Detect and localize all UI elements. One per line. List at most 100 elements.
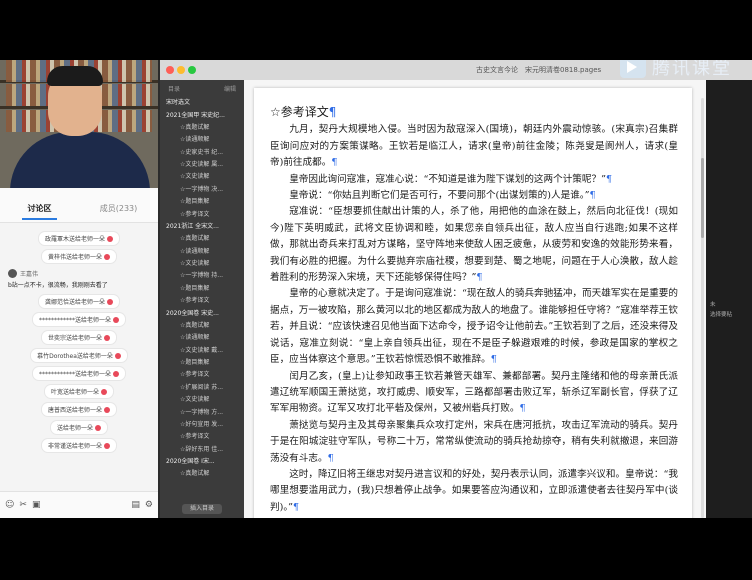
gift-text: 政羅軍木送给老师一朵 (44, 236, 105, 243)
list-item: 龚娜范恰送给老师一朵 (4, 295, 154, 308)
document-canvas[interactable]: ☆参考译文¶ 九月，契丹大规模地入侵。当时因为敌寇深入(国境)，朝廷内外震动惊骇… (244, 80, 752, 518)
message-text: b站一点不卡，很流畅，我刚刚去看了 (8, 282, 108, 289)
toc-item[interactable]: ☆文史读解 (160, 258, 244, 270)
toc-sidebar: 目录 编辑 宋时选文 2021全国甲 宋史纪... ☆真题试解 ☆读通顺解 ☆史家史书 … (160, 80, 244, 518)
toc-item[interactable]: ☆一字博物 决... (160, 184, 244, 196)
flower-icon (104, 253, 110, 260)
toc-item[interactable]: ☆文史读解 (160, 171, 244, 183)
brand-name: 腾讯课堂 (652, 60, 732, 79)
toc-item[interactable]: ☆真题试解 (160, 122, 244, 134)
pages-window: 古史文言今论 宋元明清卷0818.pages 腾讯课堂 目录 编辑 宋时选文 20… (160, 60, 752, 518)
insert-toc-button[interactable]: 插入目录 (182, 504, 222, 514)
avatar[interactable] (8, 269, 17, 278)
paragraph-text: 寇准说：“臣想要抓住献出计策的人，杀了他，用把他的血涂在鼓上，然后向北征伐！(现… (270, 206, 678, 284)
toc-item[interactable]: 2020全国卷 宋史... (160, 307, 244, 319)
toc-item[interactable]: ☆读通顺解 (160, 246, 244, 258)
settings-icon[interactable]: ⚙ (145, 500, 153, 510)
toc-item[interactable]: ☆扩展阅读 苏... (160, 382, 244, 394)
gift-text: 唐普西送给老师一朵 (47, 407, 102, 414)
scroll-thumb[interactable] (701, 158, 704, 238)
toc-item[interactable]: 2020全国卷 Ⅰ宋... (160, 456, 244, 468)
flower-icon (107, 235, 113, 242)
pilcrow-icon: ¶ (519, 403, 526, 415)
toc-item[interactable]: ☆文史读解 (160, 394, 244, 406)
flower-icon (104, 442, 110, 449)
toc-item[interactable]: ☆辞好东用 佳... (160, 444, 244, 456)
paragraph: 九月，契丹大规模地入侵。当时因为敌寇深入(国境)，朝廷内外震动惊骇。(宋真宗)召… (270, 122, 678, 171)
window-title: 古史文言今论 宋元明清卷0818.pages (476, 66, 602, 74)
toc-item[interactable]: 2021全国甲 宋史纪... (160, 109, 244, 121)
minimize-window-icon[interactable] (177, 66, 185, 74)
gift-text: 黄梓伟送给老师一朵 (47, 254, 102, 261)
title-bar[interactable]: 古史文言今论 宋元明清卷0818.pages 腾讯课堂 (160, 60, 752, 81)
flower-icon (114, 352, 121, 359)
gift-text: 世奕宗送给老师一朵 (47, 335, 102, 342)
list-item: 唐普西送给老师一朵 (4, 403, 154, 416)
toc-item[interactable]: ☆一字博物 方... (160, 406, 244, 418)
gift-notice: ************送给老师一朵 (32, 367, 125, 380)
toc-item[interactable]: ☆题目集解 (160, 283, 244, 295)
toc-item[interactable]: 2021浙江 全宋文... (160, 221, 244, 233)
toc-item[interactable]: ☆好句宣用 发... (160, 419, 244, 431)
toc-item[interactable]: ☆真题试解 (160, 233, 244, 245)
flower-icon (104, 334, 110, 341)
zoom-window-icon[interactable] (188, 66, 196, 74)
pilcrow-icon: ¶ (490, 354, 497, 366)
gift-text: 慕竹Dorothea送给老师一朵 (37, 353, 113, 360)
list-item: ************送给老师一朵 (4, 313, 154, 326)
tab-members[interactable]: 成员(233) (79, 203, 158, 222)
toc-item[interactable]: ☆读通顺解 (160, 134, 244, 146)
flower-icon (101, 388, 107, 395)
toc-item[interactable]: 宋时选文 (160, 97, 244, 109)
discussion-panel: 讨论区 成员(233) 政羅軍木送给老师一朵 黄梓伟送给老师一朵 王嘉伟 b站一… (0, 188, 158, 518)
chat-list[interactable]: 政羅軍木送给老师一朵 黄梓伟送给老师一朵 王嘉伟 b站一点不卡，很流畅，我刚刚去… (0, 223, 158, 452)
flower-icon (104, 406, 110, 413)
toc-item[interactable]: ☆参考译文 (160, 369, 244, 381)
paragraph: 皇帝说：“你姑且判断它们是否可行，不要问那个(出谋划策的)人是谁。”¶ (270, 188, 678, 204)
toc-item[interactable]: ☆真题试解 (160, 320, 244, 332)
message-user: 王嘉伟 (20, 271, 39, 278)
toc-item[interactable]: ☆一字博物 持... (160, 270, 244, 282)
scrollbar[interactable] (701, 98, 704, 518)
pilcrow-icon: ¶ (328, 105, 337, 119)
toc-item[interactable]: ☆参考译文 (160, 295, 244, 307)
gift-notice: 非常谨送给老师一朵 (41, 439, 116, 452)
video-area: 讨论区 成员(233) 政羅軍木送给老师一朵 黄梓伟送给老师一朵 王嘉伟 b站一… (0, 60, 752, 518)
toc-item[interactable]: ☆史家史书 纪... (160, 147, 244, 159)
play-logo-icon (620, 60, 646, 78)
gift-text: 非常谨送给老师一朵 (47, 443, 102, 450)
toc-item[interactable]: ☆参考译文 (160, 208, 244, 220)
document-page[interactable]: ☆参考译文¶ 九月，契丹大规模地入侵。当时因为敌寇深入(国境)，朝廷内外震动惊骇… (254, 88, 704, 518)
chat-tabs: 讨论区 成员(233) (0, 188, 158, 223)
paragraph: 萧挞览与契丹主及其母亲聚集兵众攻打定州，宋兵在唐河抵抗，攻击辽军流动的骑兵。契丹… (270, 418, 678, 467)
image-icon[interactable]: ▣ (32, 500, 41, 510)
teacher-body (10, 132, 150, 188)
paragraph-text: 闰月乙亥，(皇上)让参知政事王钦若兼管天雄军、兼都部署。契丹主隆绪和他的母亲萧氏… (270, 370, 678, 415)
gift-notice: 黄梓伟送给老师一朵 (41, 250, 116, 263)
toc-item[interactable]: ☆题目集解 (160, 357, 244, 369)
paragraph-text: 这时，降辽旧将王继忠对契丹进言议和的好处，契丹表示认同，派遣李兴议和。皇帝说：“… (270, 468, 678, 513)
document-body[interactable]: ☆参考译文¶ 九月，契丹大规模地入侵。当时因为敌寇深入(国境)，朝廷内外震动惊骇… (270, 104, 678, 516)
toc-item[interactable]: ☆真题试解 (160, 468, 244, 480)
toc-item[interactable]: ☆文史读解 属... (160, 159, 244, 171)
gift-notice: 叶宽送给老师一朵 (44, 385, 113, 398)
comment-icon[interactable]: ▤ (131, 500, 140, 510)
teacher-webcam (0, 60, 158, 188)
paragraph: 寇准说：“臣想要抓住献出计策的人，杀了他，用把他的血涂在鼓上，然后向北征伐！(现… (270, 204, 678, 286)
toc-label: 目录 (168, 86, 181, 93)
toc-list: 宋时选文 2021全国甲 宋史纪... ☆真题试解 ☆读通顺解 ☆史家史书 纪... ☆文… (160, 97, 244, 481)
toc-edit-button[interactable]: 编辑 (224, 84, 236, 93)
paragraph: 闰月乙亥，(皇上)让参知政事王钦若兼管天雄军、兼都部署。契丹主隆绪和他的母亲萧氏… (270, 369, 678, 418)
close-window-icon[interactable] (166, 66, 174, 74)
list-item: ************送给老师一朵 (4, 367, 154, 380)
toc-item[interactable]: ☆参考译文 (160, 431, 244, 443)
section-heading: ☆参考译文¶ (270, 104, 678, 120)
tab-discussion[interactable]: 讨论区 (0, 203, 79, 222)
emoji-icon[interactable]: ☺ (5, 500, 14, 510)
toc-item[interactable]: ☆读通顺解 (160, 332, 244, 344)
toc-item[interactable]: ☆文史读解 戴... (160, 345, 244, 357)
scissors-icon[interactable]: ✂ (19, 500, 27, 510)
paragraph: 皇帝的心意就决定了。于是询问寇准说：“现在敌人的骑兵奔驰猛冲，而天雄军实在是重要… (270, 286, 678, 368)
gift-text: 龚娜范恰送给老师一朵 (44, 299, 105, 306)
toc-item[interactable]: ☆题目集解 (160, 196, 244, 208)
